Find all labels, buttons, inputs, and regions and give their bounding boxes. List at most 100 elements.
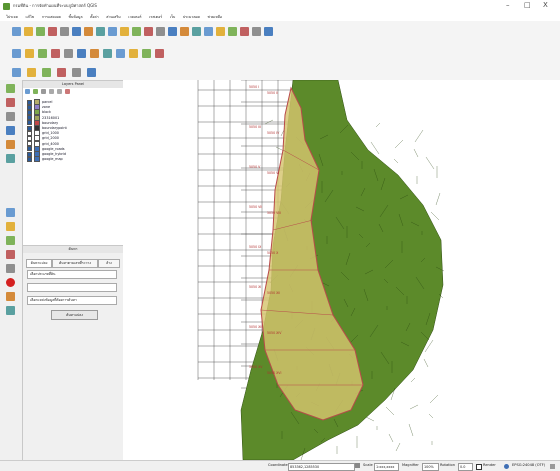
geoprocessing-icon[interactable]	[6, 112, 15, 121]
land-type-select[interactable]: เลือกประเภทที่ดิน	[27, 270, 117, 279]
lock-icon[interactable]	[355, 463, 360, 468]
open-project-icon[interactable]	[24, 27, 33, 36]
refresh-icon[interactable]	[180, 27, 189, 36]
menu-vector[interactable]: เวคเตอร์	[128, 14, 141, 20]
capture-coordinate-icon[interactable]	[6, 222, 15, 231]
menu-raster[interactable]: เรสเตอร์	[149, 14, 162, 20]
tab-clear[interactable]: ล้าง	[98, 259, 120, 268]
add-wms-icon[interactable]	[57, 68, 66, 77]
open-styling-icon[interactable]	[25, 89, 30, 94]
parcel-edge	[393, 158, 399, 164]
close-button[interactable]: X	[543, 1, 548, 9]
add-group-icon[interactable]	[33, 89, 38, 94]
pan-to-selection-icon[interactable]	[84, 27, 93, 36]
remove-layer-icon[interactable]	[65, 89, 70, 94]
map-canvas[interactable]: 5050 I 5050 II 5050 III 5050 IV 5050 V 5050 V…	[123, 79, 560, 461]
save-edits-icon[interactable]	[38, 49, 47, 58]
crs-label[interactable]: EPSG:24048 (OTF)	[512, 463, 545, 467]
globe-icon[interactable]	[504, 464, 509, 469]
render-checkbox[interactable]	[476, 464, 482, 470]
python-console-icon[interactable]	[6, 140, 15, 149]
add-vector-icon[interactable]	[12, 68, 21, 77]
vector-digitize-icon[interactable]	[6, 84, 15, 93]
add-database-icon[interactable]	[42, 68, 51, 77]
map-svg[interactable]: 5050 I 5050 II 5050 III 5050 IV 5050 V 5050 V…	[123, 79, 560, 461]
add-point-icon[interactable]	[6, 98, 15, 107]
menu-layer[interactable]: ชั้นข้อมูล	[68, 14, 82, 20]
zoom-out-icon[interactable]	[108, 27, 117, 36]
add-raster-icon[interactable]	[27, 68, 36, 77]
deselect-icon[interactable]	[216, 27, 225, 36]
zoom-full-icon[interactable]	[120, 27, 129, 36]
zoom-in-icon[interactable]	[96, 27, 105, 36]
identify-features-icon[interactable]	[6, 306, 15, 315]
render-label: Render	[483, 463, 496, 467]
rotation-field[interactable]: 0.0	[458, 462, 473, 471]
search-parcel-button[interactable]: ค้นหาแปลง	[51, 310, 98, 320]
maximize-button[interactable]: □	[524, 1, 531, 9]
layer-visibility-checkbox[interactable]	[27, 156, 32, 162]
split-feature-icon[interactable]	[6, 264, 15, 273]
layer-item[interactable]: google_map	[27, 156, 63, 163]
messages-icon[interactable]	[550, 464, 555, 469]
search-panel: ค้นหา ค้นหาแปลง ค้นหาตามเลขที่ระวาง ล้าง…	[22, 245, 124, 462]
menu-web[interactable]: เว็บ	[170, 14, 176, 20]
menu-view[interactable]: การแสดงผล	[42, 14, 61, 20]
undo-icon[interactable]	[142, 49, 151, 58]
pan-icon[interactable]	[72, 27, 81, 36]
magnifier-field[interactable]: 100%	[422, 462, 439, 471]
measure-line-icon[interactable]	[6, 208, 15, 217]
expand-all-icon[interactable]	[49, 89, 54, 94]
tab-search-sheet[interactable]: ค้นหาตามเลขที่ระวาง	[52, 259, 98, 268]
style-icon[interactable]	[72, 68, 81, 77]
new-project-icon[interactable]	[12, 27, 21, 36]
minimize-button[interactable]: –	[506, 1, 510, 9]
copy-icon[interactable]	[116, 49, 125, 58]
select-by-location-icon[interactable]	[6, 236, 15, 245]
save-as-icon[interactable]	[48, 27, 57, 36]
data-source-select[interactable]: เลือกแหล่งข้อมูลที่ต้องการค้นหา	[27, 296, 117, 305]
menu-plugins[interactable]: ส่วนเสริม	[106, 14, 120, 20]
statistics-icon[interactable]	[240, 27, 249, 36]
menu-processing[interactable]: ประมวลผล	[183, 14, 200, 20]
red-dot-icon[interactable]	[6, 278, 15, 287]
parcel-number-input[interactable]	[27, 283, 117, 292]
plugin-manager-icon[interactable]	[6, 126, 15, 135]
zoom-layer-icon[interactable]	[132, 27, 141, 36]
add-group-icon[interactable]	[87, 68, 96, 77]
zoom-last-icon[interactable]	[156, 27, 165, 36]
cut-icon[interactable]	[103, 49, 112, 58]
select-icon[interactable]	[204, 27, 213, 36]
filter-icon[interactable]	[41, 89, 46, 94]
grid-sheet-label: 5050 XIV	[267, 331, 282, 335]
node-tool-icon[interactable]	[77, 49, 86, 58]
menu-settings[interactable]: ตั้งค่า	[90, 14, 99, 20]
annotation-icon[interactable]	[264, 27, 273, 36]
annotate-icon[interactable]	[6, 292, 15, 301]
paste-icon[interactable]	[129, 49, 138, 58]
zoom-selection-icon[interactable]	[144, 27, 153, 36]
measure-icon[interactable]	[252, 27, 261, 36]
menu-edit[interactable]: แก้ไข	[25, 14, 34, 20]
attribute-table-icon[interactable]	[228, 27, 237, 36]
delete-icon[interactable]	[90, 49, 99, 58]
menu-help[interactable]: ช่วยเหลือ	[208, 14, 223, 20]
grid-sheet-label: 5050 III	[249, 125, 261, 129]
georeferencer-icon[interactable]	[6, 154, 15, 163]
menu-project[interactable]: โปรเจค	[6, 14, 18, 20]
digitize-icon[interactable]	[25, 49, 34, 58]
scale-field[interactable]: 1:xxx,xxxx	[374, 462, 399, 471]
move-feature-icon[interactable]	[64, 49, 73, 58]
coordinate-field[interactable]: 853362,1285530	[288, 462, 355, 471]
parcel-edge	[388, 433, 394, 443]
redo-icon[interactable]	[155, 49, 164, 58]
print-layout-icon[interactable]	[60, 27, 69, 36]
save-project-icon[interactable]	[36, 27, 45, 36]
add-feature-icon[interactable]	[51, 49, 60, 58]
zoom-next-icon[interactable]	[168, 27, 177, 36]
collapse-all-icon[interactable]	[57, 89, 62, 94]
tab-search-parcel[interactable]: ค้นหาแปลง	[26, 259, 52, 268]
edit-pencil-icon[interactable]	[12, 49, 21, 58]
delete-part-icon[interactable]	[6, 250, 15, 259]
identify-icon[interactable]	[192, 27, 201, 36]
